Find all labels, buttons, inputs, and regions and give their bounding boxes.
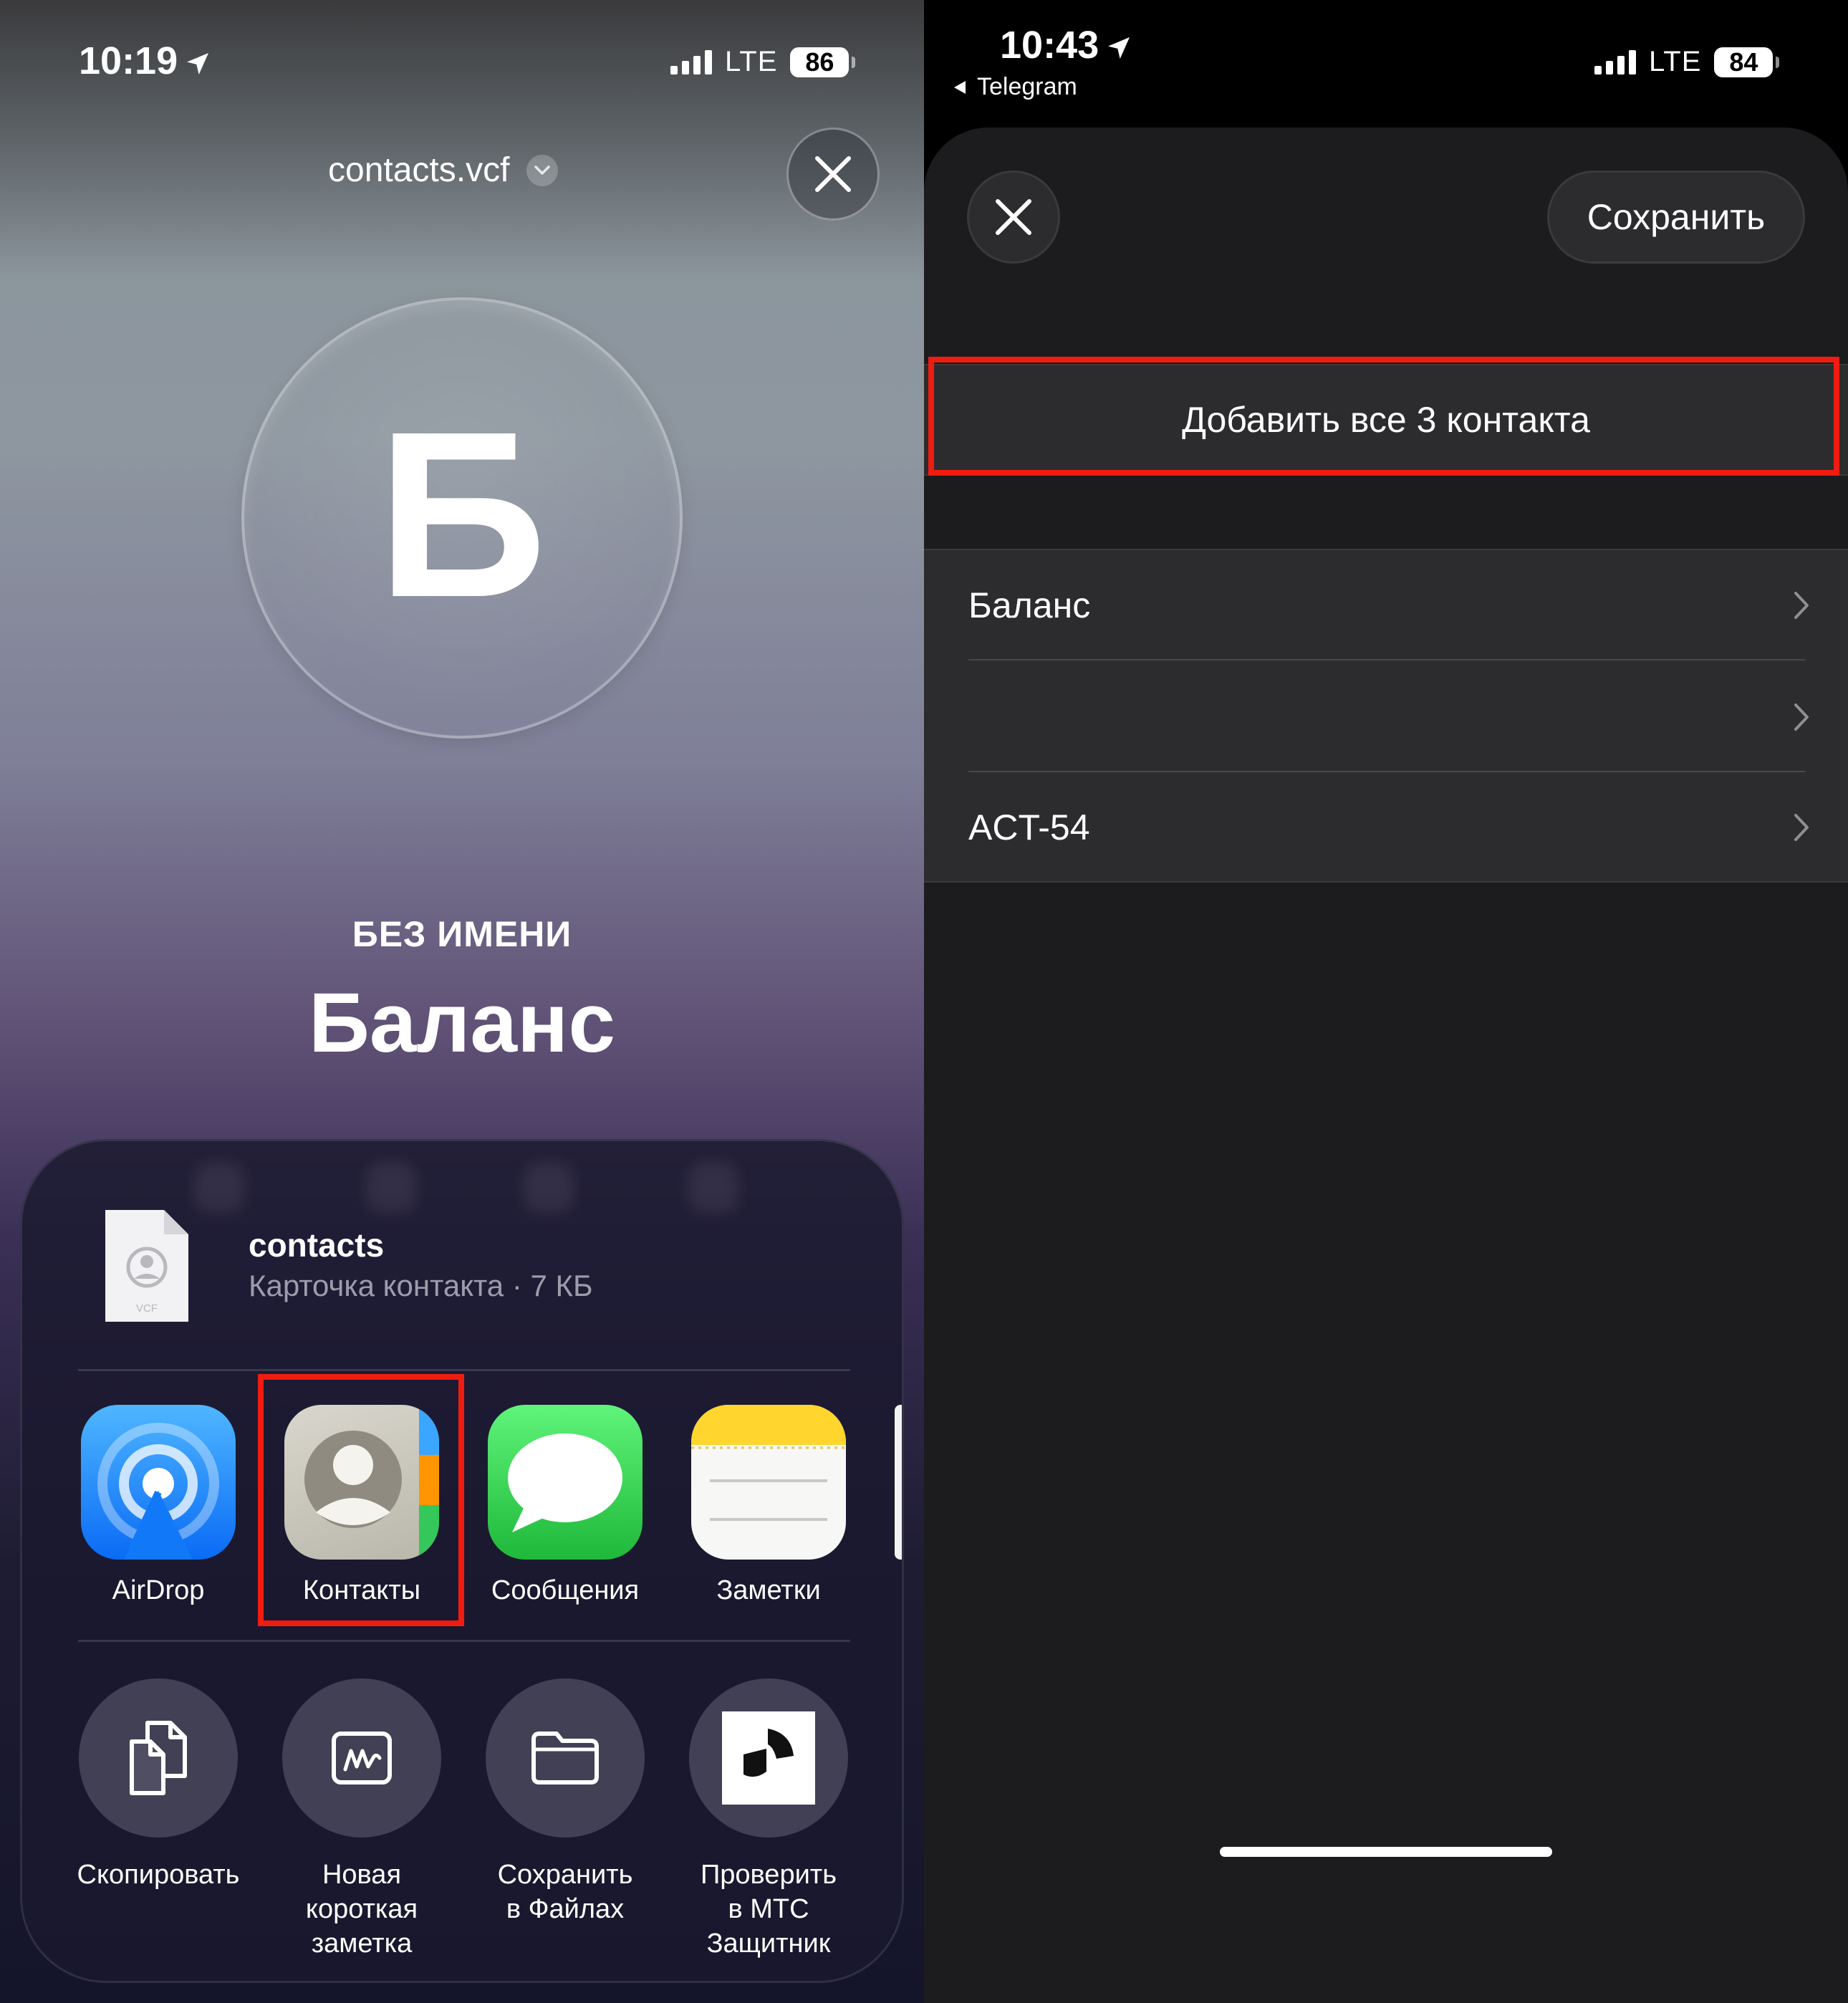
app-notes[interactable]: Заметки xyxy=(691,1405,846,1606)
file-title-dropdown[interactable]: contacts.vcf xyxy=(328,150,559,190)
add-all-highlight xyxy=(928,357,1839,476)
quick-note-icon xyxy=(332,1731,392,1785)
status-bar-time: 10:19 xyxy=(79,39,212,83)
chevron-down-icon xyxy=(526,154,559,186)
file-title: contacts.vcf xyxy=(328,151,510,189)
contact-row[interactable] xyxy=(924,662,1848,772)
back-to-telegram[interactable]: Telegram xyxy=(953,73,1077,101)
action-mts-defender[interactable]: Проверить в МТС Защитник xyxy=(675,1678,862,1961)
chevron-right-icon xyxy=(1794,814,1809,841)
location-arrow-icon xyxy=(1108,37,1130,59)
app-airdrop[interactable]: AirDrop xyxy=(81,1405,236,1606)
action-label: Скопировать xyxy=(77,1860,240,1890)
copy-icon xyxy=(130,1721,187,1795)
close-icon xyxy=(815,156,851,192)
vcf-file-icon: VCF xyxy=(105,1210,188,1322)
contact-avatar: Б xyxy=(241,297,683,739)
share-sheet-screen: 10:19 LTE 86 contacts.vcf Б БЕЗ ИМЕНИ Ба… xyxy=(0,0,924,2003)
back-triangle-icon xyxy=(954,80,966,94)
next-app-peek xyxy=(895,1405,902,1560)
action-label: Сохранить в Файлах xyxy=(497,1860,633,1924)
battery-level: 86 xyxy=(805,47,834,77)
chevron-right-icon xyxy=(1794,592,1809,619)
signal-strength-icon xyxy=(1594,49,1636,75)
notes-icon xyxy=(691,1405,846,1560)
app-label: AirDrop xyxy=(112,1575,205,1605)
contacts-app-highlight xyxy=(258,1374,464,1626)
status-bar-indicators: LTE 84 xyxy=(1594,46,1780,78)
close-button[interactable] xyxy=(786,128,880,221)
contact-row[interactable]: Баланс xyxy=(924,550,1848,661)
messages-icon xyxy=(488,1405,643,1560)
vcf-tag: VCF xyxy=(136,1302,158,1315)
save-button[interactable]: Сохранить xyxy=(1547,170,1805,264)
action-label: Проверить в МТС Защитник xyxy=(700,1860,837,1959)
signal-strength-icon xyxy=(670,49,712,75)
contact-row-label: Баланс xyxy=(968,585,1091,625)
contacts-import-screen: 10:43 Telegram LTE 84 Сохранить Добавить… xyxy=(924,0,1848,2003)
row-separator xyxy=(968,659,1805,661)
airdrop-icon xyxy=(81,1405,236,1560)
avatar-initial: Б xyxy=(377,382,547,646)
folder-icon xyxy=(531,1731,599,1785)
back-app-label: Telegram xyxy=(977,73,1077,100)
close-icon xyxy=(996,199,1031,235)
status-bar-indicators: LTE 86 xyxy=(670,46,856,78)
divider xyxy=(78,1640,850,1642)
contacts-list: Баланс ACT-54 xyxy=(924,549,1848,883)
app-label: Заметки xyxy=(716,1575,821,1605)
battery-level: 84 xyxy=(1729,47,1758,77)
contact-caption: БЕЗ ИМЕНИ xyxy=(352,914,572,954)
file-name: contacts xyxy=(249,1226,385,1264)
chevron-right-icon xyxy=(1794,703,1809,731)
divider xyxy=(78,1369,850,1371)
file-subtitle: Карточка контакта · 7 КБ xyxy=(249,1269,593,1302)
network-type: LTE xyxy=(1649,46,1702,77)
action-copy[interactable]: Скопировать xyxy=(65,1678,251,1892)
contact-name: Баланс xyxy=(309,976,615,1070)
action-save-files[interactable]: Сохранить в Файлах xyxy=(472,1678,658,1926)
app-label: Сообщения xyxy=(491,1575,640,1605)
battery-icon: 86 xyxy=(790,47,856,77)
home-indicator[interactable] xyxy=(1220,1847,1552,1857)
action-quick-note[interactable]: Новая короткая заметка xyxy=(269,1678,455,1961)
battery-icon: 84 xyxy=(1714,47,1780,77)
app-messages[interactable]: Сообщения xyxy=(488,1405,643,1606)
status-bar-time: 10:43 xyxy=(1000,23,1133,67)
contact-row[interactable]: ACT-54 xyxy=(924,772,1848,883)
network-type: LTE xyxy=(725,46,778,77)
mts-defender-icon xyxy=(722,1711,815,1805)
action-label: Новая короткая заметка xyxy=(305,1860,418,1959)
location-arrow-icon xyxy=(187,52,209,75)
contact-row-label: ACT-54 xyxy=(968,807,1090,847)
close-button[interactable] xyxy=(967,170,1060,264)
